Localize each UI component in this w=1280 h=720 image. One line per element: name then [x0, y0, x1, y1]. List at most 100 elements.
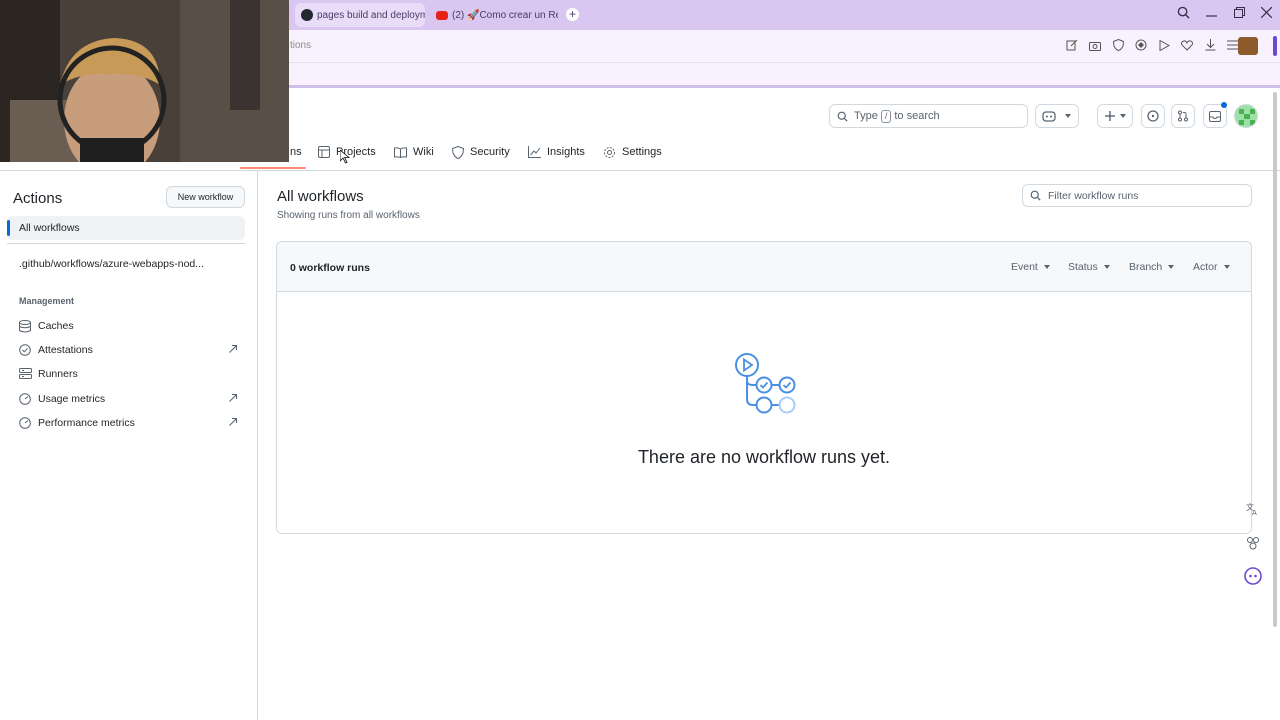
browser-profile-avatar[interactable]: [1238, 37, 1258, 55]
sidebar-accent: [1273, 36, 1277, 56]
tab-title: pages build and deployme: [317, 9, 425, 21]
search-shortcut-key: /: [880, 109, 892, 123]
sidebar-item-label: Caches: [38, 320, 74, 332]
download-icon[interactable]: [1203, 38, 1217, 52]
tab-actions[interactable]: ns: [290, 143, 302, 161]
sidebar-item-workflow-file[interactable]: .github/workflows/azure-webapps-nod...: [7, 252, 245, 276]
sidebar-item-usage-metrics[interactable]: Usage metrics: [7, 387, 245, 411]
pull-requests-button[interactable]: [1171, 104, 1195, 128]
chevron-down-icon: [1065, 114, 1071, 118]
meter-icon: [19, 392, 32, 406]
extension-icon[interactable]: [1243, 533, 1263, 553]
table-icon: [318, 146, 330, 158]
active-tab-indicator: [240, 167, 306, 169]
sidebar-item-label: Attestations: [38, 344, 93, 356]
issues-button[interactable]: [1141, 104, 1165, 128]
shield-check-icon[interactable]: [1111, 38, 1125, 52]
sidebar-item-runners[interactable]: Runners: [7, 362, 245, 386]
workflow-runs-count: 0 workflow runs: [290, 262, 370, 274]
tab-security-label: Security: [470, 146, 510, 158]
filter-label: Status: [1068, 261, 1098, 273]
inbox-icon: [1209, 110, 1221, 122]
chevron-down-icon: [1043, 265, 1050, 269]
heart-icon[interactable]: [1180, 38, 1194, 52]
filter-label: Actor: [1193, 261, 1218, 273]
vpn-icon[interactable]: [1134, 38, 1148, 52]
issue-icon: [1147, 110, 1159, 122]
minimize-icon[interactable]: [1206, 6, 1217, 22]
edit-icon[interactable]: [1065, 38, 1079, 52]
verified-icon: [19, 343, 32, 357]
meter-icon: [19, 416, 32, 430]
search-suffix: to search: [894, 110, 940, 122]
mouse-cursor: [340, 150, 350, 164]
pull-request-icon: [1178, 110, 1188, 122]
address-text[interactable]: tions: [290, 40, 311, 51]
empty-state-message: There are no workflow runs yet.: [637, 447, 891, 467]
restore-icon[interactable]: [1234, 6, 1245, 21]
database-icon: [19, 319, 32, 333]
filter-placeholder: Filter workflow runs: [1048, 189, 1139, 202]
graph-icon: [528, 146, 541, 158]
tab-title: (2) 🚀Como crear un Repo: [452, 9, 558, 21]
chevron-down-icon: [1223, 265, 1230, 269]
create-new-button[interactable]: [1097, 104, 1133, 128]
chevron-down-icon: [1103, 265, 1110, 269]
search-icon: [837, 111, 848, 122]
tab-actions-label: ns: [290, 146, 302, 158]
event-filter-dropdown[interactable]: Event: [1011, 261, 1050, 273]
external-link-icon: [229, 393, 238, 405]
workflow-runs-panel: 0 workflow runs Event Status Branch Acto…: [276, 241, 1252, 534]
tab-insights[interactable]: Insights: [528, 143, 585, 161]
browser-tab-youtube[interactable]: (2) 🚀Como crear un Repo: [430, 3, 558, 27]
branch-filter-dropdown[interactable]: Branch: [1129, 261, 1175, 273]
filter-workflow-runs-input[interactable]: Filter workflow runs: [1022, 184, 1252, 207]
status-filter-dropdown[interactable]: Status: [1068, 261, 1110, 273]
tab-settings[interactable]: Settings: [603, 143, 662, 161]
chevron-down-icon: [1168, 265, 1175, 269]
page-title: All workflows: [277, 188, 364, 205]
sidebar-item-caches[interactable]: Caches: [7, 314, 245, 338]
sidebar-divider: [7, 243, 245, 244]
browser-search-icon[interactable]: [1177, 6, 1190, 22]
sidebar-item-all-workflows[interactable]: All workflows: [7, 216, 245, 240]
close-icon[interactable]: [1260, 6, 1273, 21]
external-link-icon: [229, 344, 238, 356]
github-search-input[interactable]: Type / to search: [829, 104, 1028, 128]
webcam-overlay: [0, 0, 289, 162]
github-icon: [301, 9, 313, 21]
search-icon: [1030, 190, 1041, 201]
play-icon[interactable]: [1157, 38, 1171, 52]
sidebar-item-label: Usage metrics: [38, 393, 106, 405]
filter-label: Event: [1011, 261, 1038, 273]
sidebar-item-label: All workflows: [19, 222, 80, 234]
plus-icon: [1104, 111, 1115, 121]
sidebar-item-label: Performance metrics: [38, 417, 135, 429]
tab-insights-label: Insights: [547, 146, 585, 158]
browser-tab-github[interactable]: pages build and deployme: [295, 3, 425, 27]
notification-dot: [1221, 102, 1227, 108]
server-icon: [19, 367, 32, 381]
copilot-button[interactable]: [1035, 104, 1079, 128]
chevron-down-icon: [1119, 114, 1126, 118]
shield-icon: [452, 145, 464, 159]
youtube-icon: [436, 10, 448, 20]
actor-filter-dropdown[interactable]: Actor: [1193, 261, 1230, 273]
tab-wiki[interactable]: Wiki: [394, 143, 434, 161]
user-avatar[interactable]: [1234, 104, 1258, 128]
sidebar-item-attestations[interactable]: Attestations: [7, 338, 245, 362]
tab-settings-label: Settings: [622, 146, 662, 158]
assistant-icon[interactable]: [1243, 566, 1263, 586]
new-tab-button[interactable]: +: [566, 8, 579, 21]
page-scrollbar[interactable]: [1273, 92, 1277, 627]
external-link-icon: [229, 417, 238, 429]
workflow-empty-icon: [735, 353, 796, 414]
sidebar-item-performance-metrics[interactable]: Performance metrics: [7, 411, 245, 435]
translate-icon[interactable]: 文A: [1243, 499, 1263, 519]
copilot-icon: [1042, 111, 1056, 122]
tab-wiki-label: Wiki: [413, 146, 434, 158]
new-workflow-button[interactable]: New workflow: [166, 186, 245, 208]
sidebar-item-label: Runners: [38, 368, 78, 380]
camera-icon[interactable]: [1088, 38, 1102, 52]
tab-security[interactable]: Security: [452, 143, 510, 161]
